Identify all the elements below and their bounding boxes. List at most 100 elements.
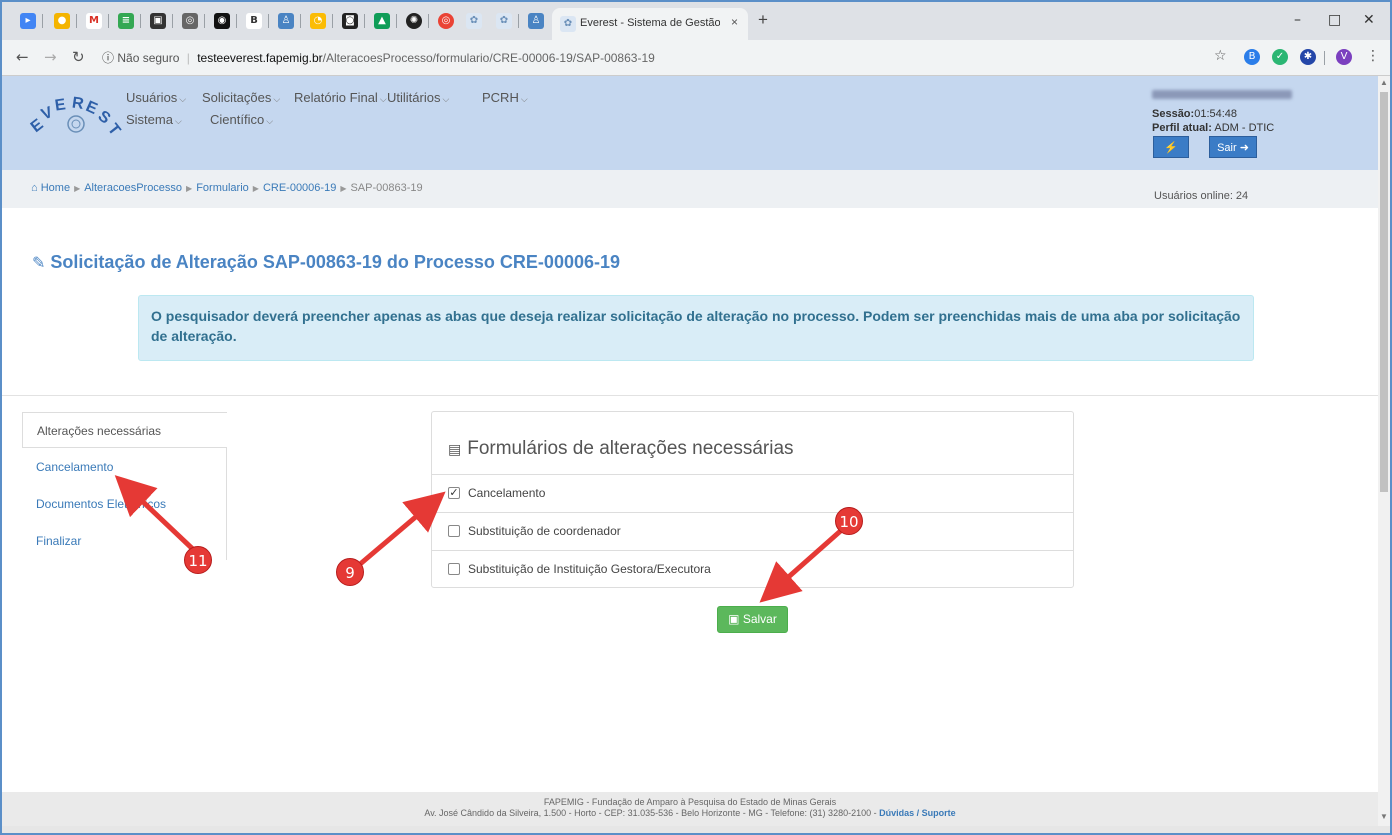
info-icon[interactable]: ⓘ xyxy=(102,51,114,65)
app-favicon-icon[interactable]: ≡ xyxy=(118,13,134,29)
forward-arrow-icon[interactable]: → xyxy=(44,48,57,66)
breadcrumb-alteracoes[interactable]: AlteracoesProcesso xyxy=(84,182,182,194)
profile-avatar[interactable]: V xyxy=(1336,49,1352,65)
menu-utilitarios[interactable]: Utilitários ⌵ xyxy=(387,90,449,105)
option-label: Substituição de coordenador xyxy=(468,524,621,538)
home-icon[interactable]: ⌂ xyxy=(31,182,38,194)
vertical-scrollbar[interactable]: ▲ ▼ xyxy=(1378,76,1390,826)
breadcrumb-separator-icon: ▶ xyxy=(252,184,259,193)
tab-alteracoes-necessarias[interactable]: Alterações necessárias xyxy=(22,412,227,448)
tab-active[interactable]: ✿ Everest - Sistema de Gestão da F × xyxy=(552,8,748,40)
gauge-favicon-icon[interactable]: ◔ xyxy=(310,13,326,29)
breadcrumb-separator-icon: ▶ xyxy=(74,184,81,193)
menu-utilitarios-label: Utilitários xyxy=(387,90,441,105)
save-button[interactable]: ▣ Salvar xyxy=(717,606,788,633)
users-online: Usuários online: 24 xyxy=(1154,190,1249,202)
option-cancelamento[interactable]: ✓ Cancelamento xyxy=(432,475,1073,513)
tab-separator xyxy=(428,14,429,28)
substituicao-instituicao-checkbox[interactable] xyxy=(448,562,460,575)
arrow-9 xyxy=(357,491,446,567)
menu-pcrh-label: PCRH xyxy=(482,90,519,105)
chevron-down-icon: ⌵ xyxy=(442,94,450,104)
tab-separator xyxy=(76,14,77,28)
scroll-up-icon[interactable]: ▲ xyxy=(1379,78,1389,88)
tab-separator xyxy=(140,14,141,28)
star-icon[interactable]: ☆ xyxy=(1214,48,1227,64)
extension-b-icon[interactable]: B xyxy=(1244,49,1260,65)
svg-text:V: V xyxy=(39,104,56,124)
person-favicon-icon[interactable]: ♙ xyxy=(278,13,294,29)
tab-separator xyxy=(518,14,519,28)
extension-shield-icon[interactable]: ✓ xyxy=(1272,49,1288,65)
browser-menu-icon[interactable]: ⋮ xyxy=(1366,48,1380,64)
sign-out-icon: ➜ xyxy=(1239,142,1249,154)
breadcrumb-formulario[interactable]: Formulario xyxy=(196,182,249,194)
panel-title: Formulários de alterações necessárias xyxy=(467,438,794,459)
profile-label: Perfil atual: xyxy=(1152,122,1212,134)
option-substituicao-coordenador[interactable]: Substituição de coordenador xyxy=(432,513,1073,551)
drive-favicon-icon[interactable]: ▲ xyxy=(374,13,390,29)
bookmark-favicon-icon[interactable]: ▸ xyxy=(20,13,36,29)
everest-logo[interactable]: E V E R E S T xyxy=(28,86,128,138)
tab-label: Alterações necessárias xyxy=(37,424,162,438)
support-link[interactable]: Dúvidas / Suporte xyxy=(879,808,956,818)
bolt-icon: ⚡ xyxy=(1164,142,1178,154)
logout-button[interactable]: Sair ➜ xyxy=(1209,136,1257,158)
tab-separator xyxy=(332,14,333,28)
scroll-down-icon[interactable]: ▼ xyxy=(1379,812,1389,822)
menu-usuarios[interactable]: Usuários ⌵ xyxy=(126,90,186,105)
option-label: Substituição de Instituição Gestora/Exec… xyxy=(468,562,711,576)
session-timer: 01:54:48 xyxy=(1194,108,1238,120)
tab-close-icon[interactable]: × xyxy=(731,15,738,29)
tab-separator xyxy=(204,14,205,28)
menu-sistema[interactable]: Sistema ⌵ xyxy=(126,112,182,127)
tab-separator xyxy=(108,14,109,28)
person-favicon-icon[interactable]: ♙ xyxy=(528,13,544,29)
substituicao-coordenador-checkbox[interactable] xyxy=(448,524,460,537)
robot-favicon-icon[interactable]: ◙ xyxy=(342,13,358,29)
horizontal-scrollbar[interactable] xyxy=(2,826,1390,833)
maximize-button[interactable]: □ xyxy=(1328,12,1341,28)
cancelamento-checkbox[interactable]: ✓ xyxy=(448,486,460,499)
menu-solicitacoes[interactable]: Solicitações ⌵ xyxy=(202,90,280,105)
tab-separator xyxy=(268,14,269,28)
github-favicon-icon[interactable]: ◉ xyxy=(214,13,230,29)
folder-favicon-icon[interactable]: ● xyxy=(54,13,70,29)
tab-separator xyxy=(364,14,365,28)
session-label: Sessão: xyxy=(1152,108,1195,120)
menu-sistema-label: Sistema xyxy=(126,112,173,127)
menu-pcrh[interactable]: PCRH ⌵ xyxy=(482,90,528,105)
tab-cancelamento[interactable]: Cancelamento xyxy=(22,449,227,485)
b-favicon-icon[interactable]: B xyxy=(246,13,262,29)
board-favicon-icon[interactable]: ▣ xyxy=(150,13,166,29)
reload-icon[interactable]: ↻ xyxy=(72,48,85,66)
breadcrumb-processo[interactable]: CRE-00006-19 xyxy=(263,182,336,194)
everest-favicon-icon[interactable]: ✿ xyxy=(496,13,512,29)
circle-favicon-icon[interactable]: ◎ xyxy=(182,13,198,29)
minimize-button[interactable]: – xyxy=(1294,12,1301,28)
toolbar-separator xyxy=(1324,51,1325,65)
tab-documentos-eletronicos[interactable]: Documentos Eletrônicos xyxy=(22,486,227,522)
everest-favicon-icon[interactable]: ✿ xyxy=(466,13,482,29)
close-window-button[interactable]: ✕ xyxy=(1363,12,1375,28)
tab-separator xyxy=(300,14,301,28)
scrollbar-thumb[interactable] xyxy=(1380,92,1388,492)
back-arrow-icon[interactable]: ← xyxy=(16,48,29,66)
save-label: Salvar xyxy=(742,612,777,626)
side-tabs: Alterações necessárias Cancelamento Docu… xyxy=(22,412,227,560)
chevron-down-icon: ⌵ xyxy=(174,116,182,126)
target-favicon-icon[interactable]: ◎ xyxy=(438,13,454,29)
tab-separator xyxy=(42,14,43,28)
menu-relatorio-final[interactable]: Relatório Final ⌵ xyxy=(294,90,387,105)
breadcrumb-home[interactable]: Home xyxy=(41,182,70,194)
footer-address: Av. José Cândido da Silveira, 1.500 - Ho… xyxy=(424,808,877,818)
flash-button[interactable]: ⚡ xyxy=(1153,136,1189,158)
menu-cientifico[interactable]: Científico ⌵ xyxy=(210,112,273,127)
gmail-favicon-icon[interactable]: M xyxy=(86,13,102,29)
extension-bug-icon[interactable]: ✱ xyxy=(1300,49,1316,65)
chevron-down-icon: ⌵ xyxy=(273,94,281,104)
url-input[interactable]: ⓘ Não seguro | testeeverest.fapemig.br/A… xyxy=(102,47,1252,69)
globe-favicon-icon[interactable]: ✺ xyxy=(406,13,422,29)
option-substituicao-instituicao[interactable]: Substituição de Instituição Gestora/Exec… xyxy=(432,551,1073,589)
new-tab-button[interactable]: + xyxy=(758,11,768,29)
